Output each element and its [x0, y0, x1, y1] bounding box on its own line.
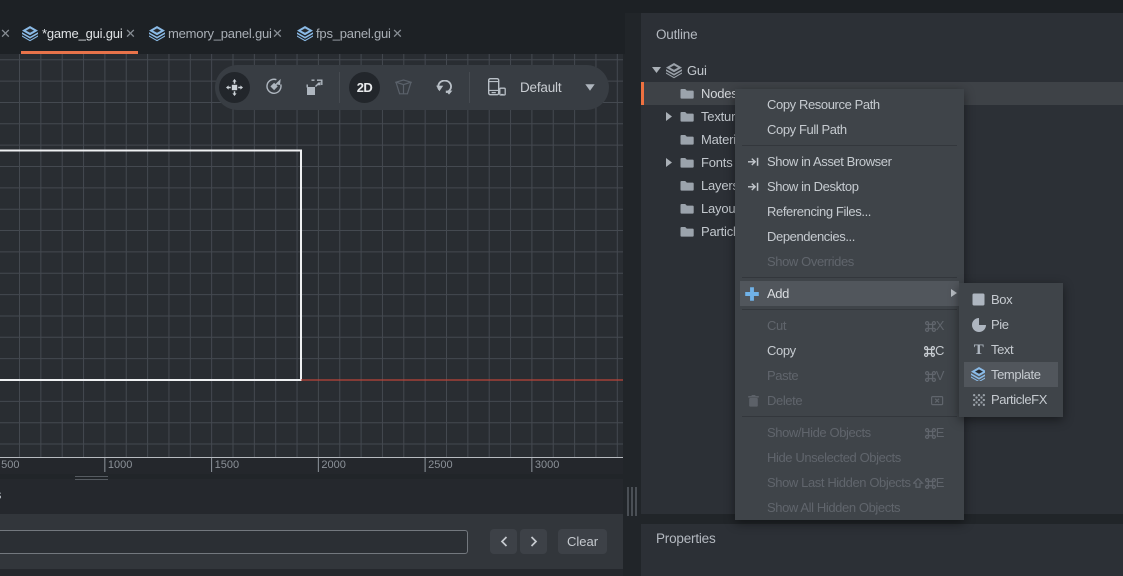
svg-text:1500: 1500: [215, 459, 239, 471]
svg-text:500: 500: [1, 459, 19, 471]
svg-text:1000: 1000: [108, 459, 132, 471]
svg-text:T: T: [974, 342, 984, 356]
svg-text:3000: 3000: [535, 459, 559, 471]
svg-text:2000: 2000: [321, 459, 345, 471]
svg-text:2500: 2500: [428, 459, 452, 471]
